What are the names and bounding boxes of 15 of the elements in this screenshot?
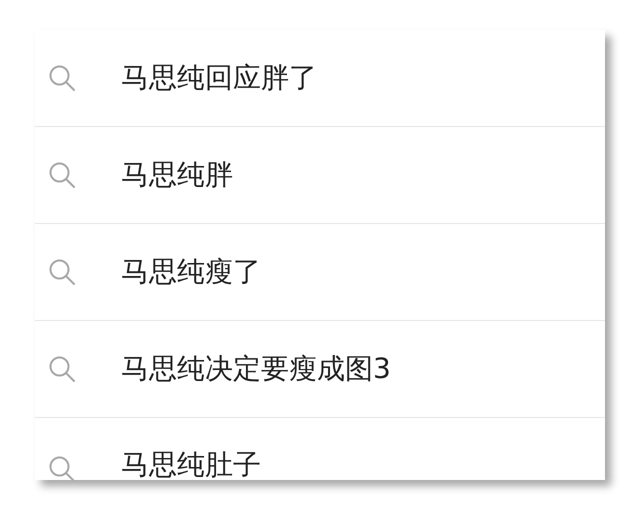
suggestion-text: 马思纯决定要瘦成图3 xyxy=(121,351,391,387)
search-icon xyxy=(47,354,77,384)
suggestion-text: 马思纯胖 xyxy=(121,157,233,193)
suggestion-item[interactable]: 马思纯胖 xyxy=(35,127,605,224)
suggestion-item[interactable]: 马思纯决定要瘦成图3 xyxy=(35,321,605,418)
search-icon xyxy=(47,63,77,93)
suggestion-text: 马思纯瘦了 xyxy=(121,254,261,290)
search-icon xyxy=(47,257,77,287)
suggestion-text: 马思纯肚子 xyxy=(121,447,261,480)
suggestion-item[interactable]: 马思纯瘦了 xyxy=(35,224,605,321)
suggestion-text: 马思纯回应胖了 xyxy=(121,60,317,96)
suggestion-item[interactable]: 马思纯肚子 xyxy=(35,418,605,480)
suggestion-item[interactable]: 马思纯回应胖了 xyxy=(35,30,605,127)
search-icon xyxy=(47,454,77,480)
search-icon xyxy=(47,160,77,190)
